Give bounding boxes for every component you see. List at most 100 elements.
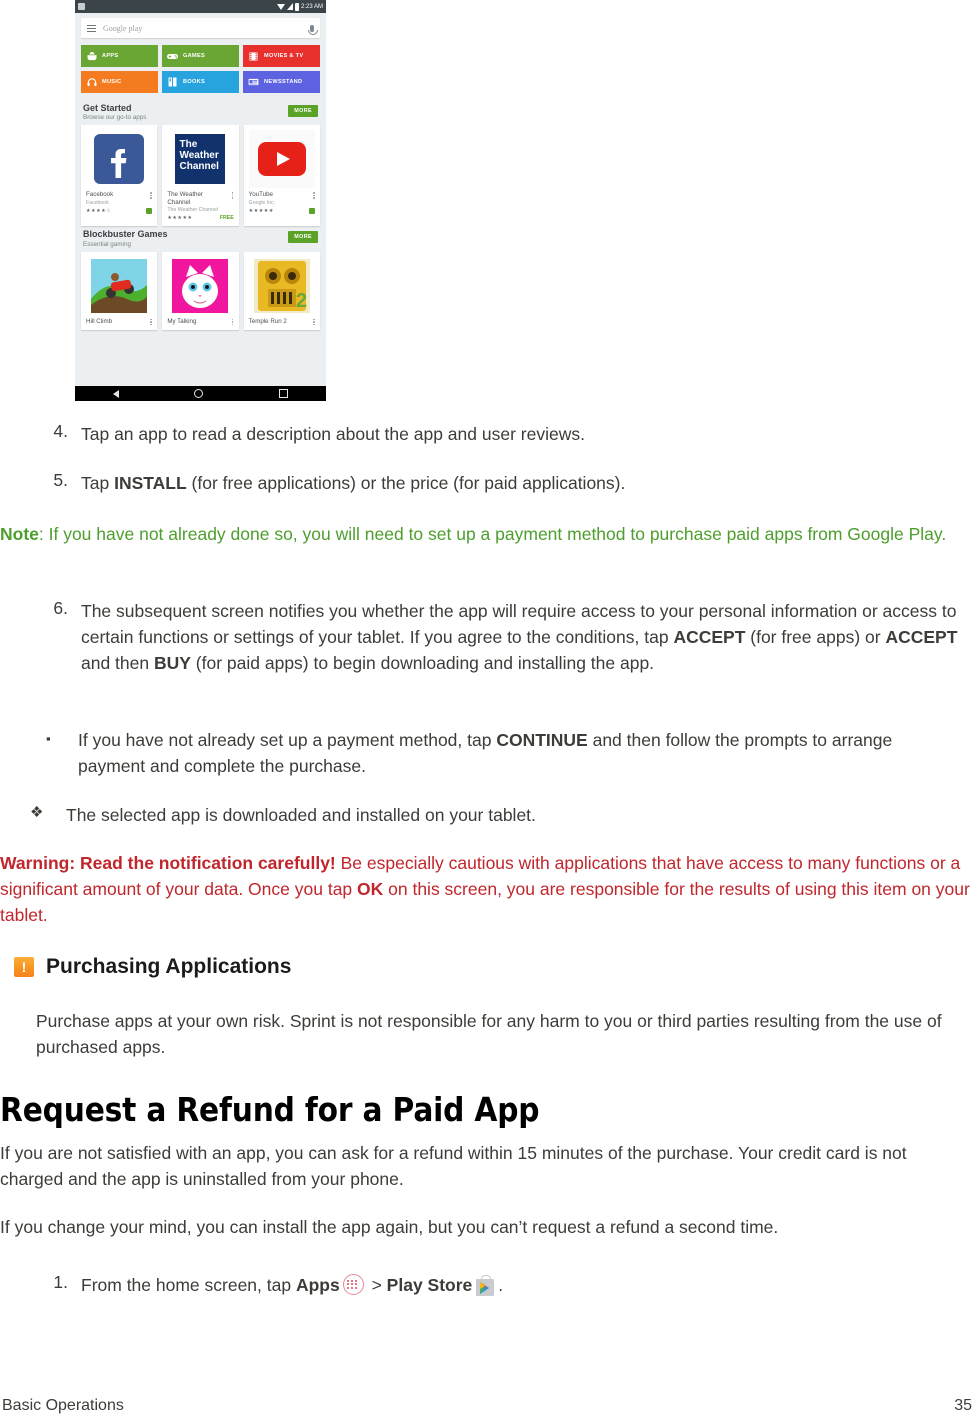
category-tile-apps[interactable]: APPS [81,45,158,67]
app-rating-stars: ★★★★★ [167,215,193,222]
install-keyword: INSTALL [114,473,187,493]
overflow-menu-icon[interactable] [150,318,152,326]
step6-part-c: (for free apps) or [745,627,886,647]
more-button-blockbuster-games[interactable]: MORE [288,231,318,244]
notification-icon [78,3,85,10]
app-art-my-talking-angela [167,257,233,315]
list-item-payment-method: ▪ If you have not already set up a payme… [42,727,922,779]
step-text: Tap an app to read a description about t… [81,424,585,444]
installed-badge-icon [146,208,153,215]
app-art-youtube [248,130,315,189]
step1-separator: > [366,1275,387,1295]
step-text: From the home screen, tap Apps > Play St… [81,1272,503,1298]
card-row-get-started: Facebook Facebook ★★★★☆ The Weather Channe… [81,125,320,227]
purchasing-body-text: Purchase apps at your own risk. Sprint i… [36,1011,942,1057]
list-item-step-4: 4. Tap an app to read a description abou… [30,421,930,447]
category-tile-music[interactable]: MUSIC [81,71,158,93]
category-label: NEWSSTAND [264,79,303,85]
step-number: 5. [53,470,68,490]
microphone-icon[interactable] [308,24,318,35]
play-store-keyword: Play Store [386,1275,473,1295]
overflow-menu-icon[interactable] [313,192,315,199]
phone-screen: 2:23 AM Google play APPS GAMES MOVIES & … [75,0,326,401]
home-icon[interactable] [194,389,204,398]
phone-nav-bar [75,386,326,401]
search-input[interactable]: Google play [103,24,310,33]
step5-lead: Tap [81,473,115,493]
warning-exclamation-icon: ! [14,957,34,977]
step-number: 1. [53,1272,68,1292]
buy-keyword: BUY [153,653,191,673]
section-header-blockbuster-games: Blockbuster Games Essential gaming MORE [81,226,320,251]
footer-page-number: 35 [954,1397,972,1414]
bullet-part-a: If you have not already set up a payment… [78,730,497,750]
footer-section-name: Basic Operations [2,1397,124,1414]
page-footer: Basic Operations 35 [0,1397,974,1415]
step-text: The subsequent screen notifies you wheth… [81,598,974,676]
app-card-temple-run-2[interactable]: 2 Temple Run 2 [243,251,320,331]
category-label: MOVIES & TV [264,53,304,59]
card-row-blockbuster-games: Hill Climb My Talking 2 Temple Run 2 [81,251,320,331]
accept-keyword-2: ACCEPT [885,627,958,647]
app-card-facebook[interactable]: Facebook Facebook ★★★★☆ [81,125,158,227]
app-name: Facebook [86,191,152,199]
app-name: The Weather Channel [167,191,234,206]
list-item-step-6: 6. The subsequent screen notifies you wh… [30,598,974,676]
headphones-icon [86,77,97,88]
apps-keyword: Apps [295,1275,340,1295]
recents-icon[interactable] [279,389,289,398]
overflow-menu-icon[interactable] [313,318,315,326]
back-icon[interactable] [112,389,119,398]
overflow-menu-icon[interactable] [150,192,152,199]
refund-paragraph-2: If you change your mind, you can install… [0,1217,779,1237]
overflow-menu-icon[interactable] [231,192,234,199]
play-search-bar[interactable]: Google play [81,18,320,38]
list-item-step-1: 1. From the home screen, tap Apps > Play… [30,1272,930,1298]
note-text: : If you have not already done so, you w… [38,524,947,544]
step6-part-d: and then [81,653,154,673]
square-bullet-icon: ▪ [46,731,51,746]
category-label: BOOKS [183,79,206,85]
section-title: Blockbuster Games [83,229,168,240]
category-label: APPS [102,53,119,59]
figure-google-play-screenshot: 2:23 AM Google play APPS GAMES MOVIES & … [75,0,326,401]
section-subtitle: Browse our go-to apps [83,114,147,122]
app-art-weather-channel: The Weather Channel [167,130,233,188]
app-developer: The Weather Channel [167,207,218,214]
app-name: Temple Run 2 [249,318,315,326]
note-label: Note [0,524,39,544]
step5-tail: (for free applications) or the price (fo… [186,473,626,493]
phone-content: Google play APPS GAMES MOVIES & TV MUSIC… [75,13,326,386]
step-number: 6. [53,598,68,618]
app-name: My Talking [167,318,234,326]
category-label: GAMES [183,53,206,59]
step1-end: . [498,1275,504,1295]
accept-keyword-1: ACCEPT [673,627,746,647]
app-card-weather-channel[interactable]: The Weather Channel The Weather Channel Th… [162,125,239,227]
app-card-hill-climb[interactable]: Hill Climb [81,251,158,331]
bullet-text: The selected app is downloaded and insta… [66,805,536,825]
app-card-my-talking-angela[interactable]: My Talking [162,251,239,331]
diamond-bullet-icon: ❖ [30,804,44,821]
battery-icon [294,2,299,11]
step1-lead: From the home screen, tap [81,1275,296,1295]
play-store-icon[interactable] [475,1275,495,1296]
category-tile-books[interactable]: BOOKS [162,71,239,93]
app-rating-stars: ★★★★★ [248,208,274,215]
hamburger-menu-icon[interactable] [87,24,96,32]
signal-icon [286,3,293,10]
app-price: FREE [219,215,234,222]
continue-keyword: CONTINUE [496,730,588,750]
apps-icon[interactable] [342,1274,364,1295]
book-icon [167,77,178,88]
category-tile-newsstand[interactable]: NEWSSTAND [243,71,320,93]
bullet-text: If you have not already set up a payment… [78,727,922,779]
app-developer: Facebook [86,199,109,206]
app-card-youtube[interactable]: YouTube Google Inc. ★★★★★ [243,125,320,227]
wifi-icon [276,3,285,10]
status-time: 2:23 AM [300,3,323,10]
category-tile-games[interactable]: GAMES [162,45,239,67]
category-tile-movies-tv[interactable]: MOVIES & TV [243,45,320,67]
more-button-get-started[interactable]: MORE [288,105,318,117]
overflow-menu-icon[interactable] [231,318,234,326]
